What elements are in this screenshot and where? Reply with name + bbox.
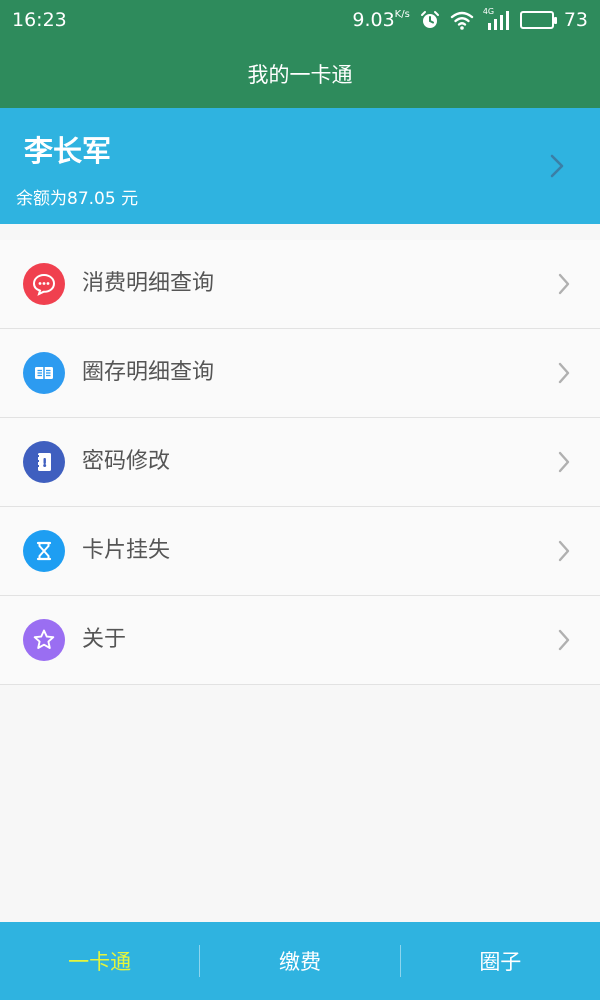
tab-label: 一卡通 [68,950,132,974]
net-speed: 9.03K/s [352,9,409,31]
tab-label: 圈子 [479,950,522,974]
lock-notebook-icon [23,441,65,483]
signal-icon: 4G [482,7,510,30]
chevron-right-icon [550,154,564,178]
status-icons: 9.03K/s 4G 73 [352,7,588,31]
net-speed-unit: K/s [394,9,410,20]
network-type: 4G [482,7,495,16]
wifi-icon [450,10,474,30]
menu-item-label: 卡片挂失 [82,538,171,563]
menu-item-load[interactable]: 圈存明细查询 [0,329,600,418]
status-time: 16:23 [12,9,67,31]
chevron-right-icon [558,629,570,651]
net-speed-value: 9.03 [352,9,395,31]
menu-item-label: 密码修改 [82,449,171,474]
bottom-tab-bar: 一卡通 缴费 圈子 [0,922,600,1000]
menu-item-password[interactable]: 密码修改 [0,418,600,507]
tab-circle[interactable]: 圈子 [401,922,600,1000]
hourglass-icon [23,530,65,572]
alarm-icon [420,10,440,30]
menu-item-label: 圈存明细查询 [82,360,215,385]
chevron-right-icon [558,451,570,473]
battery-percent: 73 [563,9,588,31]
menu-item-consumption[interactable]: 消费明细查询 [0,240,600,329]
user-name: 李长军 [24,134,112,168]
star-icon [23,619,65,661]
screen: 16:23 9.03K/s 4G 73 我的一卡通 李长军 余额为87.05 元… [0,0,600,1000]
page-title: 我的一卡通 [247,63,353,87]
menu-item-label: 消费明细查询 [82,271,215,296]
tab-card[interactable]: 一卡通 [0,922,199,1000]
chevron-right-icon [558,273,570,295]
chevron-right-icon [558,540,570,562]
menu-list: 消费明细查询 圈存明细查询 密码修改 卡片挂失 关于 [0,240,600,685]
title-bar: 我的一卡通 [0,40,600,108]
battery-icon [519,11,557,29]
balance-text: 余额为87.05 元 [16,189,139,209]
tab-label: 缴费 [278,950,321,974]
menu-item-label: 关于 [82,627,127,652]
menu-item-report-lost[interactable]: 卡片挂失 [0,507,600,596]
status-bar: 16:23 9.03K/s 4G 73 [0,0,600,40]
chat-bubble-icon [23,263,65,305]
book-icon [23,352,65,394]
menu-item-about[interactable]: 关于 [0,596,600,685]
chevron-right-icon [558,362,570,384]
user-card[interactable]: 李长军 余额为87.05 元 [0,108,600,224]
tab-payment[interactable]: 缴费 [200,922,399,1000]
